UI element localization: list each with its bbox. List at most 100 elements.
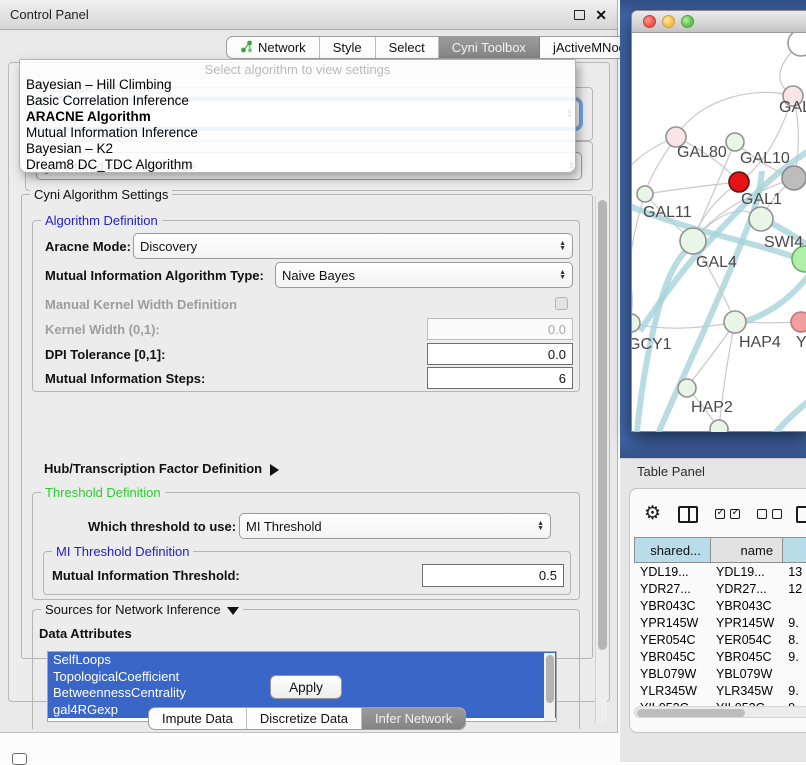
settings-scrollbar[interactable]	[595, 196, 607, 723]
table-horizontal-scrollbar[interactable]	[634, 706, 806, 718]
node-label: SWI4	[764, 234, 803, 251]
mi-steps-field[interactable]: 6	[427, 367, 573, 389]
table-cell: YER054C	[710, 633, 782, 647]
float-panel-icon[interactable]	[574, 10, 585, 20]
tab-impute-data[interactable]: Impute Data	[149, 708, 247, 729]
table-row[interactable]: YBR045CYBR045C9.	[634, 648, 806, 665]
tab-label: Cyni Toolbox	[452, 40, 526, 55]
network-graph[interactable]: GAL7GAL80GAL10GAL1GAL11GAL4SWI4GCY1HAP4Y…	[632, 33, 806, 432]
columns-icon[interactable]	[678, 506, 698, 523]
network-view-window[interactable]: GAL7GAL80GAL10GAL1GAL11GAL4SWI4GCY1HAP4Y…	[631, 10, 806, 432]
mi-type-combo[interactable]: Naive Bayes ▲▼	[275, 262, 573, 288]
manual-kernel-checkbox[interactable]	[555, 297, 568, 310]
column-header[interactable]	[782, 537, 806, 563]
sources-group-label[interactable]: Sources for Network Inference	[41, 602, 243, 617]
mi-threshold-label: Mutual Information Threshold:	[52, 568, 240, 583]
manual-kernel-label: Manual Kernel Width Definition	[45, 297, 237, 312]
network-node[interactable]	[637, 186, 653, 202]
network-node[interactable]	[782, 166, 806, 190]
node-table[interactable]: shared...name YDL19...YDL19...13YDR27...…	[634, 537, 806, 707]
tab-select[interactable]: Select	[376, 37, 439, 58]
close-icon[interactable]: ✕	[595, 10, 607, 20]
which-threshold-combo[interactable]: MI Threshold ▲▼	[239, 513, 551, 539]
minimize-traffic-light-icon[interactable]	[662, 15, 675, 28]
popup-item[interactable]: Bayesian – Hill Climbing	[20, 77, 575, 93]
network-node[interactable]	[680, 228, 706, 254]
network-edge[interactable]	[676, 92, 793, 137]
control-panel-titlebar: Control Panel ✕	[0, 0, 617, 30]
tab-network[interactable]: Network	[227, 37, 320, 58]
table-cell: 13	[782, 565, 806, 579]
popup-item[interactable]: Dream8 DC_TDC Algorithm	[20, 157, 575, 173]
network-node[interactable]	[710, 420, 728, 432]
stepper-arrows-icon: ▲▼	[531, 521, 544, 531]
table-panel: ⚙ shared...name YDL19...YDL19...13YDR27.…	[629, 488, 806, 733]
aracne-mode-combo[interactable]: Discovery ▲▼	[133, 233, 573, 259]
network-window-titlebar[interactable]	[632, 11, 806, 33]
table-cell: YPR145W	[710, 616, 782, 630]
control-panel-window: Control Panel ✕ Network Style Select Cyn…	[0, 0, 618, 733]
network-edge[interactable]	[645, 182, 739, 194]
minimized-panel-icon[interactable]	[12, 753, 27, 765]
apply-button[interactable]: Apply	[270, 675, 342, 699]
dpi-tolerance-label: DPI Tolerance [0,1]:	[45, 347, 165, 362]
list-scrollbar-thumb[interactable]	[546, 655, 554, 703]
network-edge-thick[interactable]	[770, 399, 806, 432]
table-row[interactable]: YBR043CYBR043C	[634, 597, 806, 614]
popup-item[interactable]: Mutual Information Inference	[20, 125, 575, 141]
network-node[interactable]	[729, 172, 749, 192]
tab-label: Style	[333, 40, 362, 55]
network-node[interactable]	[749, 207, 773, 231]
column-header[interactable]: name	[710, 537, 782, 563]
table-row[interactable]: YBL079WYBL079W	[634, 665, 806, 682]
attribute-list-item[interactable]: SelfLoops	[48, 652, 556, 669]
tab-label: Select	[389, 40, 425, 55]
mi-threshold-field[interactable]: 0.5	[422, 564, 564, 587]
table-row[interactable]: YDL19...YDL19...13	[634, 563, 806, 580]
gear-icon[interactable]: ⚙	[644, 504, 661, 524]
network-node[interactable]	[724, 311, 746, 333]
tab-style[interactable]: Style	[320, 37, 376, 58]
table-cell: 8.	[782, 633, 806, 647]
node-label: GAL80	[677, 144, 727, 161]
deselect-all-checkboxes-icon[interactable]	[752, 509, 782, 519]
kernel-width-field[interactable]: 0.0	[427, 318, 573, 340]
zoom-traffic-light-icon[interactable]	[681, 15, 694, 28]
table-row[interactable]: YDR27...YDR27...12	[634, 580, 806, 597]
dpi-tolerance-field[interactable]: 0.0	[427, 343, 573, 365]
select-all-checkboxes-icon[interactable]	[710, 509, 740, 519]
tab-discretize-data[interactable]: Discretize Data	[247, 708, 362, 729]
table-cell: 9.	[782, 684, 806, 698]
network-node[interactable]	[791, 312, 806, 332]
table-hscroll-thumb[interactable]	[637, 709, 745, 717]
threshold-definition-label: Threshold Definition	[41, 485, 165, 500]
tab-infer-network[interactable]: Infer Network	[362, 708, 465, 729]
network-canvas[interactable]: GAL7GAL80GAL10GAL1GAL11GAL4SWI4GCY1HAP4Y…	[632, 33, 806, 432]
table-cell: YBL079W	[634, 667, 710, 681]
mi-steps-label: Mutual Information Steps:	[45, 371, 205, 386]
table-cell: YDL19...	[710, 565, 782, 579]
settings-scrollbar-thumb[interactable]	[598, 200, 607, 650]
export-table-icon[interactable]	[796, 506, 806, 523]
table-row[interactable]: YPR145WYPR145W9.	[634, 614, 806, 631]
table-row[interactable]: YLR345WYLR345W9.	[634, 682, 806, 699]
close-traffic-light-icon[interactable]	[643, 15, 656, 28]
popup-item[interactable]: Bayesian – K2	[20, 141, 575, 157]
tab-cyni-toolbox[interactable]: Cyni Toolbox	[439, 37, 540, 58]
tab-label: Infer Network	[375, 711, 452, 726]
network-node[interactable]	[726, 133, 744, 151]
hub-definition-toggle[interactable]: Hub/Transcription Factor Definition	[44, 461, 279, 476]
network-node[interactable]	[678, 379, 696, 397]
node-label: GAL1	[741, 191, 782, 208]
stepper-arrows-icon: ▲▼	[553, 241, 566, 251]
table-cell: YLR345W	[634, 684, 710, 698]
list-scrollbar[interactable]	[544, 653, 555, 722]
mi-type-value: Naive Bayes	[282, 268, 355, 283]
popup-item[interactable]: Basic Correlation Inference	[20, 93, 575, 109]
stepper-arrows-icon: ▲▼	[553, 270, 566, 280]
popup-item[interactable]: ARACNE Algorithm	[20, 109, 575, 125]
mi-type-label: Mutual Information Algorithm Type:	[45, 268, 264, 283]
column-header[interactable]: shared...	[634, 537, 710, 563]
table-row[interactable]: YER054CYER054C8.	[634, 631, 806, 648]
table-cell: YDR27...	[710, 582, 782, 596]
